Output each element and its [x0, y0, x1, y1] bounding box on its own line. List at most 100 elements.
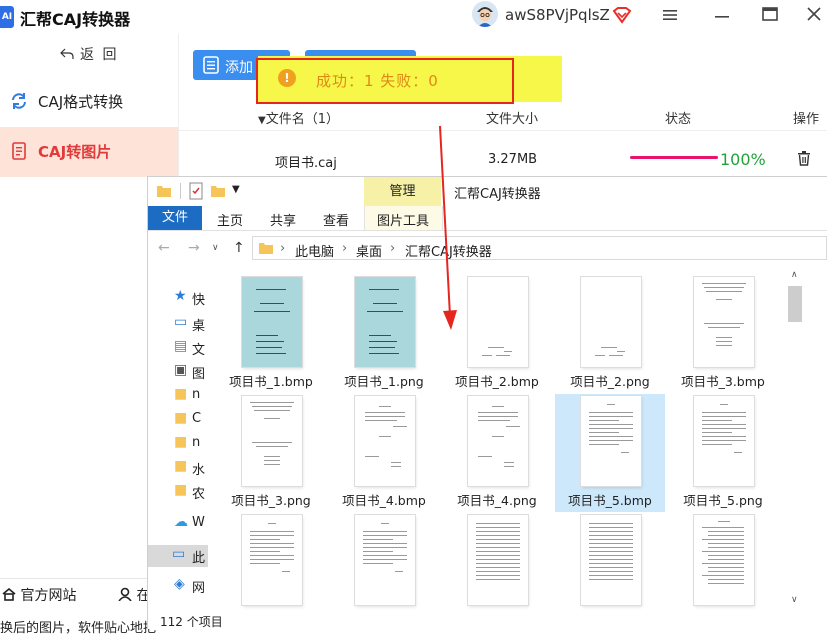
close-icon[interactable]	[804, 6, 824, 26]
nav-item[interactable]: ☁ W	[162, 513, 208, 535]
toast-text: 成功：1 失败：0	[316, 72, 439, 90]
file-name: 项目书_2.bmp	[455, 374, 539, 389]
sidebar-item-caj-to-image[interactable]: CAJ转图片	[0, 127, 178, 177]
file-item[interactable]: 项目书_2.png	[555, 275, 665, 393]
nav-item[interactable]: ■ 水	[162, 457, 208, 479]
nav-item[interactable]: ■ 农	[162, 481, 208, 503]
trash-icon[interactable]	[797, 151, 811, 170]
file-item[interactable]: 项目书_1.png	[329, 275, 439, 393]
file-thumbnail	[694, 515, 754, 605]
file-item[interactable]: 项目书_3.bmp	[668, 275, 778, 393]
tab-share[interactable]: 共享	[270, 210, 296, 229]
tab-manage-context[interactable]: 管理	[364, 177, 441, 206]
file-name: 项目书_3.png	[231, 493, 311, 508]
file-item[interactable]	[216, 513, 326, 631]
file-name: 项目书_2.png	[570, 374, 650, 389]
file-item[interactable]: 项目书_3.png	[216, 394, 326, 512]
file-thumbnail	[468, 396, 528, 486]
up-level-icon[interactable]: ↑	[233, 240, 245, 256]
nav-item-label: 水	[192, 463, 206, 478]
file-item[interactable]	[329, 513, 439, 631]
refresh-icon	[10, 92, 28, 110]
network-icon: ◈	[174, 576, 185, 592]
recent-locations-icon[interactable]: ∨	[212, 243, 219, 253]
file-item[interactable]: 项目书_4.bmp	[329, 394, 439, 512]
nav-item[interactable]: ▭ 桌	[162, 313, 208, 335]
tab-home[interactable]: 主页	[217, 210, 243, 229]
tab-view[interactable]: 查看	[323, 210, 349, 229]
menu-icon[interactable]	[660, 6, 680, 26]
tab-picture-tools[interactable]: 图片工具	[377, 210, 429, 229]
file-name: 项目书_4.png	[457, 493, 537, 508]
official-site-link[interactable]: 官方网站	[2, 585, 76, 605]
desktop-icon: ▭	[174, 314, 188, 330]
properties-icon[interactable]	[188, 182, 204, 204]
nav-item[interactable]: ▤ 文	[162, 337, 208, 359]
file-item[interactable]	[555, 513, 665, 631]
computer-icon: ▭	[172, 546, 186, 562]
nav-item[interactable]: ◈ 网	[162, 575, 208, 597]
avatar[interactable]	[472, 1, 498, 27]
nav-item[interactable]: ■ C	[162, 409, 208, 431]
file-item[interactable]: 项目书_1.bmp	[216, 275, 326, 393]
maximize-icon[interactable]	[760, 6, 780, 26]
breadcrumb-this-pc[interactable]: 此电脑	[295, 241, 334, 260]
back-button[interactable]: 返 回	[0, 44, 178, 64]
folder-icon: ■	[174, 434, 188, 450]
official-site-label: 官方网站	[20, 588, 77, 604]
file-item[interactable]: 项目书_5.bmp	[555, 394, 665, 512]
column-header-filename[interactable]: ▼文件名（1）	[258, 108, 339, 127]
nav-item-label: n	[192, 387, 201, 402]
new-folder-icon[interactable]	[210, 183, 226, 203]
support-link[interactable]: 在	[118, 585, 150, 605]
nav-item[interactable]: ■ n	[162, 433, 208, 455]
progress-label: 100%	[720, 150, 766, 169]
app-title: 汇帮CAJ转换器	[20, 10, 131, 29]
vip-badge-icon[interactable]	[612, 5, 632, 29]
file-thumbnail	[694, 277, 754, 367]
nav-item-label: 文	[192, 343, 206, 358]
nav-item-label: 网	[192, 581, 206, 596]
file-item[interactable]: 项目书_4.png	[442, 394, 552, 512]
file-item[interactable]: 项目书_5.png	[668, 394, 778, 512]
file-item[interactable]	[668, 513, 778, 631]
forward-nav-icon[interactable]: →	[188, 240, 200, 256]
column-header-filename-label: 文件名（1）	[265, 112, 339, 127]
tab-file[interactable]: 文件	[148, 206, 202, 230]
file-thumbnail	[242, 515, 302, 605]
file-thumbnail	[468, 515, 528, 605]
info-icon: !	[278, 69, 296, 87]
back-nav-icon[interactable]: ←	[158, 240, 170, 256]
row-filename: 项目书.caj	[275, 156, 337, 171]
file-name: 项目书_3.bmp	[681, 374, 765, 389]
app-logo: AI	[0, 6, 14, 28]
username[interactable]: awS8PVjPqlsZ	[505, 6, 610, 24]
breadcrumb-desktop[interactable]: 桌面	[356, 241, 382, 260]
back-arrow-icon	[59, 48, 74, 59]
address-box[interactable]	[252, 236, 827, 260]
sidebar-item-caj-format[interactable]: CAJ格式转换	[0, 77, 178, 127]
nav-item[interactable]: ▭ 此	[148, 545, 208, 567]
file-thumbnail	[468, 277, 528, 367]
bottom-hint-text: 换后的图片，软件贴心地把	[0, 621, 157, 636]
document-icon: ▤	[174, 338, 188, 354]
nav-item[interactable]: ■ n	[162, 385, 208, 407]
user-icon	[118, 587, 132, 602]
file-item[interactable]	[442, 513, 552, 631]
image-icon: ▣	[174, 362, 188, 378]
nav-item[interactable]: ★ 快	[162, 287, 208, 309]
add-file-label: 添加	[225, 60, 253, 76]
breadcrumb-folder[interactable]: 汇帮CAJ转换器	[405, 241, 492, 260]
home-icon	[2, 587, 16, 601]
scrollbar-thumb[interactable]	[788, 286, 802, 322]
column-header-size: 文件大小	[486, 112, 539, 127]
minimize-icon[interactable]	[712, 6, 732, 26]
folder-icon	[258, 240, 274, 260]
nav-item[interactable]: ▣ 图	[162, 361, 208, 383]
scroll-up-icon[interactable]: ∧	[791, 270, 798, 280]
quick-access-dropdown-icon[interactable]: ▼	[232, 184, 240, 195]
back-label: 返 回	[80, 47, 119, 63]
file-thumbnail	[355, 396, 415, 486]
file-item[interactable]: 项目书_2.bmp	[442, 275, 552, 393]
scroll-down-icon[interactable]: ∨	[791, 595, 798, 605]
